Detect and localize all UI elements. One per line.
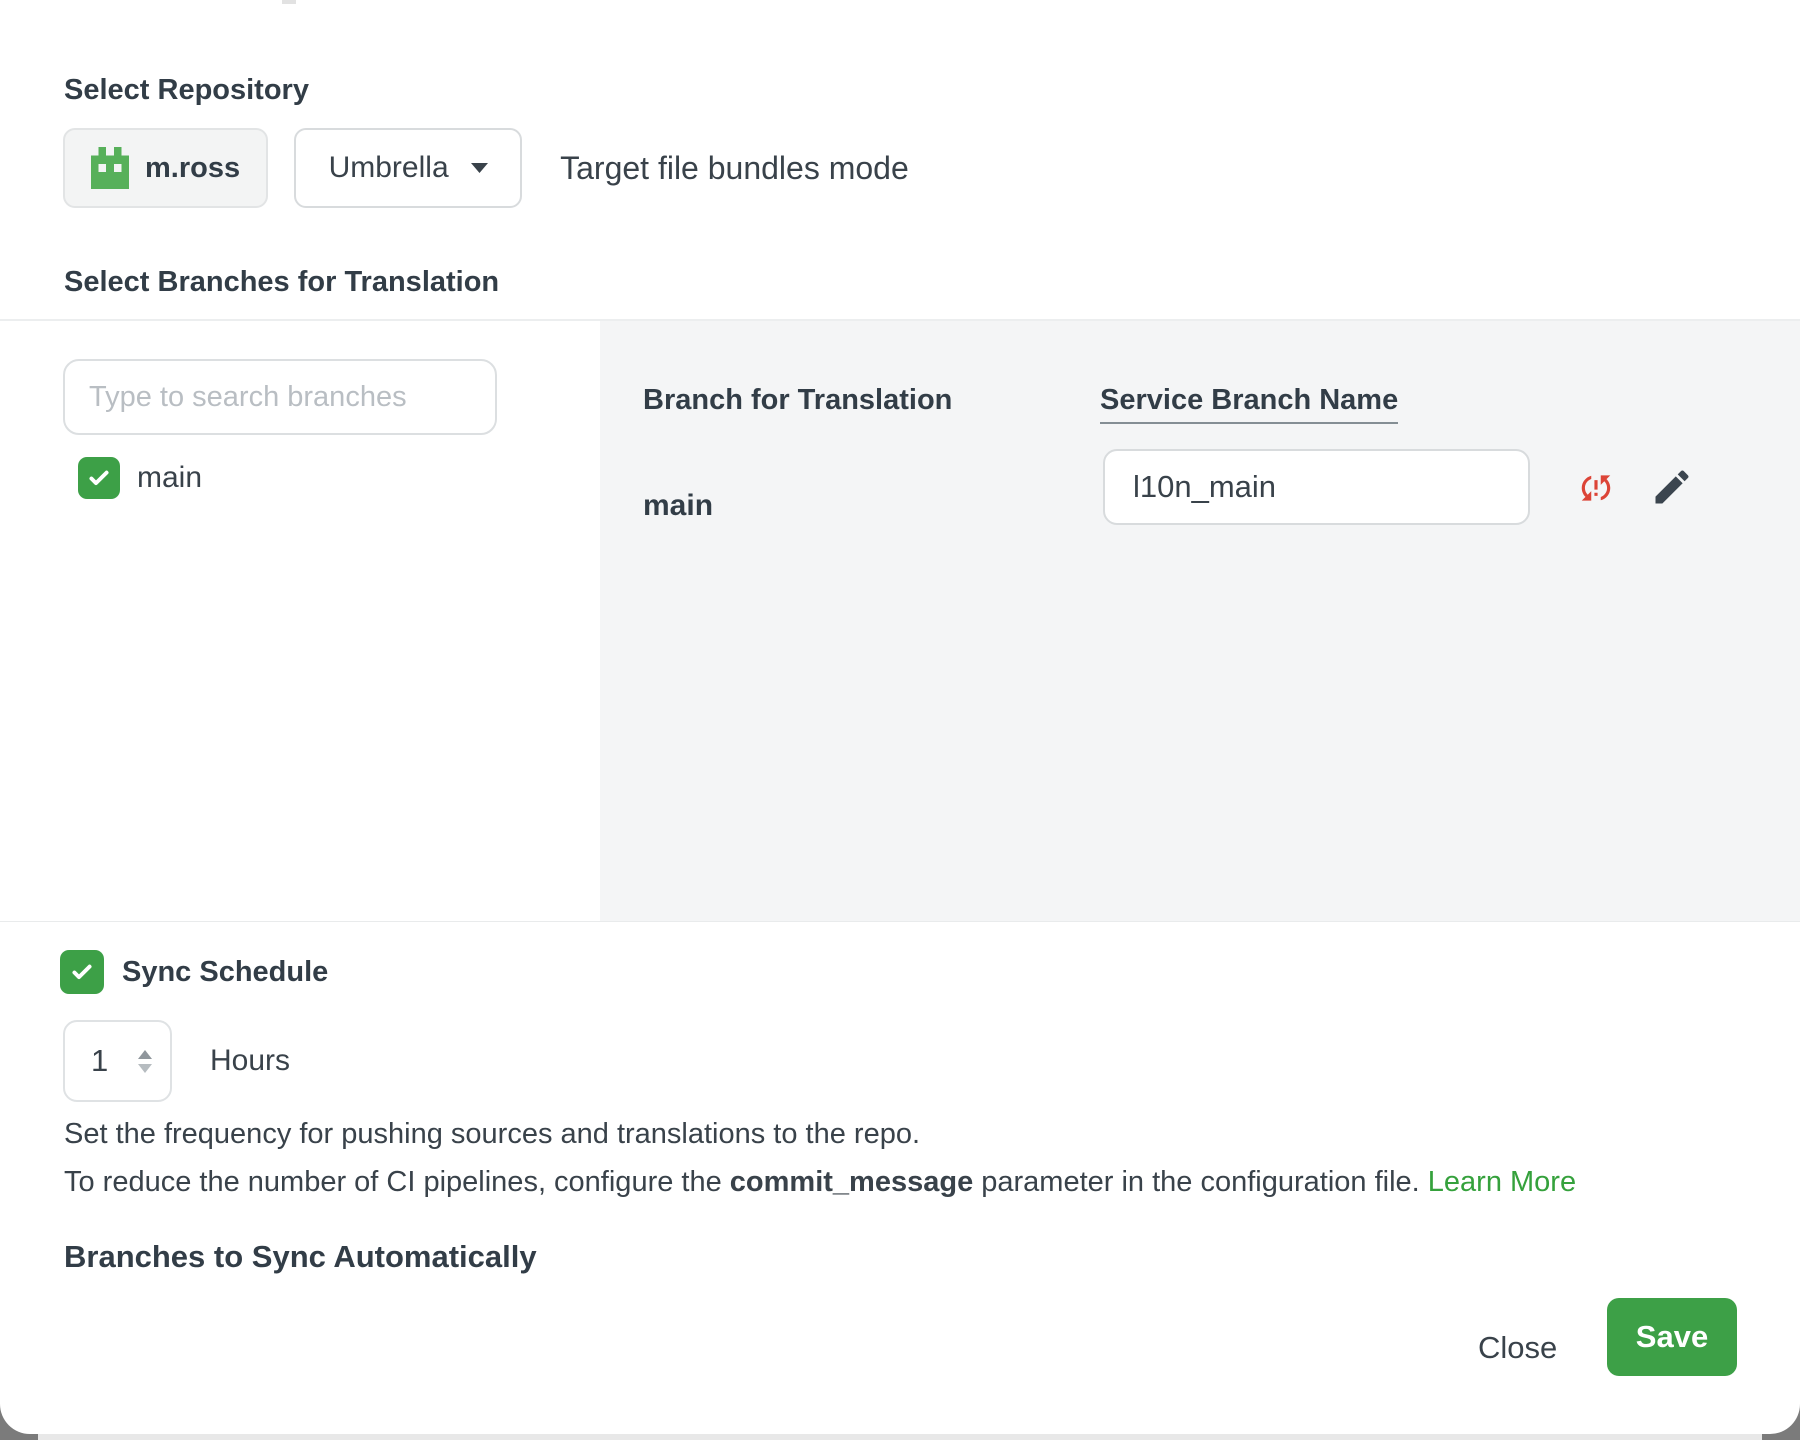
target-mode-label: Target file bundles mode (560, 150, 909, 187)
backdrop-strip (38, 1433, 1762, 1440)
mapped-branch-name: main (643, 489, 713, 523)
branch-mapping-pane: Branch for Translation Service Branch Na… (600, 321, 1800, 921)
hours-unit-label: Hours (210, 1044, 290, 1078)
close-button[interactable]: Close (1462, 1322, 1573, 1374)
sync-schedule-checkbox[interactable] (60, 950, 104, 994)
column-header-service-branch-name: Service Branch Name (1100, 384, 1398, 424)
repository-button[interactable]: m.ross (63, 128, 268, 208)
column-header-branch-for-translation: Branch for Translation (643, 384, 952, 417)
branch-dropdown[interactable]: Umbrella (294, 128, 522, 208)
sync-schedule-toggle[interactable]: Sync Schedule (60, 950, 328, 994)
hours-value: 1 (91, 1043, 108, 1079)
select-repository-heading: Select Repository (64, 74, 309, 107)
learn-more-link[interactable]: Learn More (1428, 1166, 1576, 1198)
pipelines-note: To reduce the number of CI pipelines, co… (64, 1166, 1576, 1199)
hours-stepper[interactable]: 1 (63, 1020, 172, 1102)
branch-list-pane: main (0, 321, 600, 921)
branch-checkbox[interactable] (78, 457, 120, 499)
branch-name-label: main (137, 461, 202, 495)
select-branches-heading: Select Branches for Translation (64, 266, 499, 299)
repository-row: m.ross Umbrella Target file bundles mode (63, 128, 909, 208)
modal-footer: Close Save (0, 1280, 1800, 1400)
sync-schedule-section: Sync Schedule 1 Hours Set the frequency … (0, 922, 1800, 1302)
branch-list-item[interactable]: main (78, 457, 202, 499)
repo-identicon-icon (91, 147, 129, 189)
checkmark-icon (86, 465, 112, 491)
commit-message-param: commit_message (730, 1166, 973, 1198)
stepper-arrows-icon[interactable] (138, 1050, 152, 1073)
branch-selection-area: main Branch for Translation Service Bran… (0, 319, 1800, 922)
edit-pencil-icon[interactable] (1650, 465, 1694, 509)
repository-name: m.ross (145, 152, 240, 185)
branch-search-input[interactable] (63, 359, 497, 435)
top-edge-fragment (282, 0, 296, 4)
note-prefix: To reduce the number of CI pipelines, co… (64, 1166, 730, 1198)
repo-settings-modal: Select Repository m.ross Umbre (0, 0, 1800, 1434)
sync-schedule-label: Sync Schedule (122, 956, 328, 989)
frequency-description: Set the frequency for pushing sources an… (64, 1118, 920, 1151)
branch-dropdown-value: Umbrella (329, 151, 449, 185)
sync-problem-icon[interactable] (1577, 469, 1615, 507)
checkmark-icon (69, 959, 95, 985)
note-suffix: parameter in the configuration file. (973, 1166, 1428, 1198)
branches-auto-sync-heading: Branches to Sync Automatically (64, 1240, 664, 1274)
screen: Select Repository m.ross Umbre (0, 0, 1800, 1440)
service-branch-input[interactable] (1103, 449, 1530, 525)
chevron-down-icon (471, 163, 488, 173)
save-button[interactable]: Save (1607, 1298, 1737, 1376)
